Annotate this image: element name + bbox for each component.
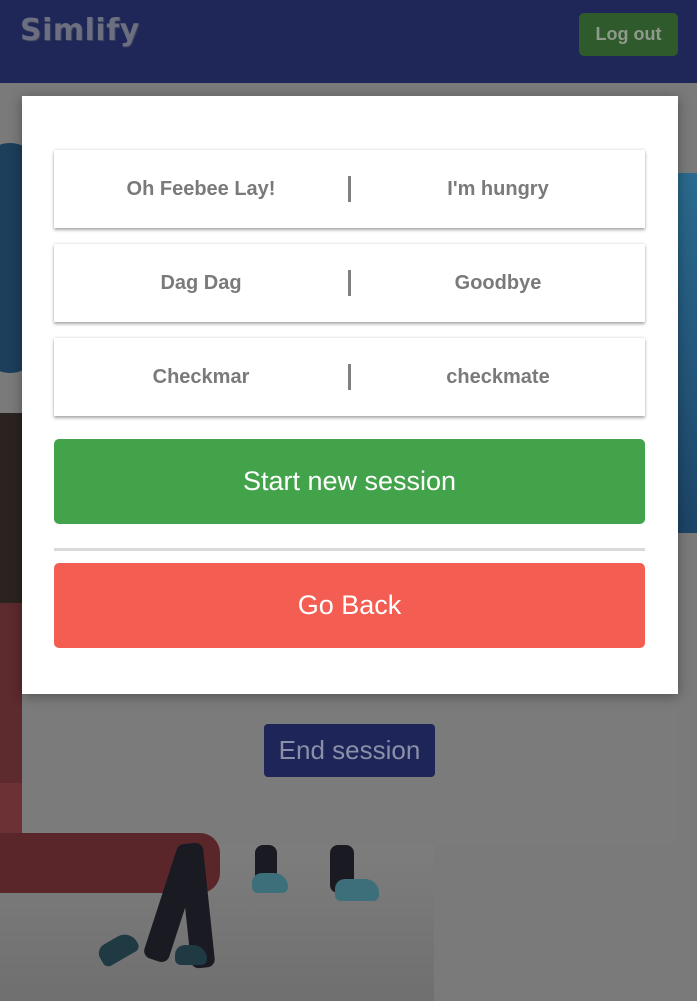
- phrases-modal: Oh Feebee Lay! I'm hungry Dag Dag Goodby…: [22, 96, 678, 694]
- app-header: Simlify Log out: [0, 0, 697, 83]
- logout-button[interactable]: Log out: [579, 13, 678, 56]
- start-new-session-button[interactable]: Start new session: [54, 439, 645, 524]
- phrase-row[interactable]: Dag Dag Goodbye: [54, 244, 645, 322]
- background-shoe: [335, 879, 379, 901]
- phrase-row[interactable]: Checkmar checkmate: [54, 338, 645, 416]
- phrase-original: Checkmar: [152, 365, 250, 388]
- end-session-button: End session: [264, 724, 435, 777]
- go-back-button[interactable]: Go Back: [54, 563, 645, 648]
- phrase-row[interactable]: Oh Feebee Lay! I'm hungry: [54, 150, 645, 228]
- background-shoe: [252, 873, 288, 893]
- divider-line: [54, 548, 645, 551]
- phrase-translation: checkmate: [446, 365, 550, 388]
- app-logo: Simlify: [20, 13, 140, 48]
- background-shoe: [175, 945, 207, 965]
- phrase-original: Dag Dag: [160, 271, 242, 294]
- phrase-translation: Goodbye: [454, 271, 542, 294]
- phrase-original: Oh Feebee Lay!: [126, 177, 276, 200]
- phrase-translation: I'm hungry: [447, 177, 549, 200]
